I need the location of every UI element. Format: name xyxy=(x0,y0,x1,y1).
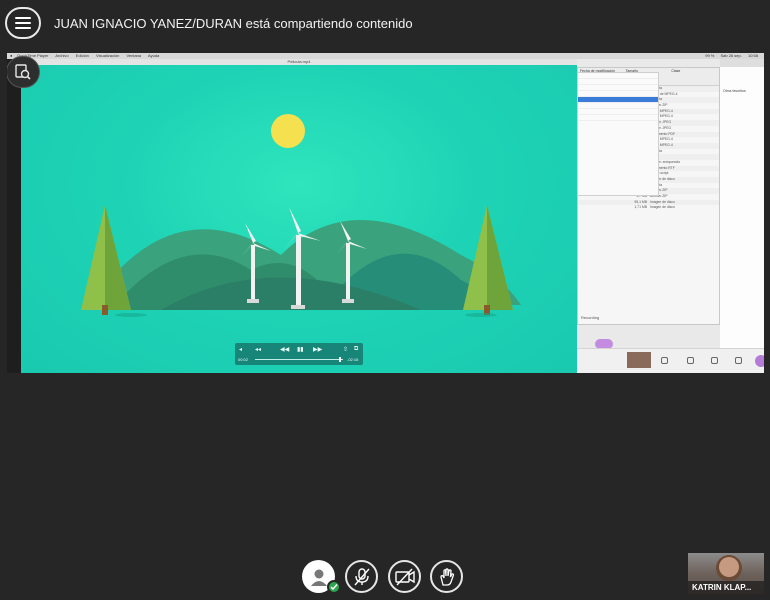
camera-off-icon xyxy=(394,568,415,585)
participant-face xyxy=(719,557,739,577)
finder-row[interactable]: 1,71 MB Imagen de disco xyxy=(578,205,719,211)
desktop-left-strip xyxy=(7,59,21,373)
hamburger-icon xyxy=(15,17,31,19)
browser-tab[interactable] xyxy=(720,59,764,67)
participant-name: KATRIN KLAP... xyxy=(688,581,764,594)
wind-turbine-scene xyxy=(81,114,521,317)
chat-icon[interactable] xyxy=(661,357,668,364)
pause-icon[interactable]: ▮▮ xyxy=(297,346,304,353)
sun-illustration xyxy=(271,114,305,148)
browser-window-edge: Otros favoritos xyxy=(720,59,764,373)
recording-label: Recording xyxy=(581,315,600,320)
bookmarks-link[interactable]: Otros favoritos xyxy=(723,89,746,93)
camera-button[interactable] xyxy=(388,560,421,593)
meeting-app-bar xyxy=(577,348,764,373)
magnify-icon[interactable] xyxy=(7,56,40,88)
time-elapsed: 00:02 xyxy=(238,357,249,362)
progress-knob[interactable] xyxy=(339,357,341,362)
participant-video-tile[interactable]: KATRIN KLAP... xyxy=(688,553,764,594)
hand-icon xyxy=(439,567,454,586)
calendar-icon[interactable] xyxy=(711,357,718,364)
menu-button[interactable] xyxy=(5,7,41,39)
volume-slider-icon[interactable]: ◂◂ xyxy=(255,346,261,353)
top-bar: JUAN IGNACIO YANEZ/DURAN está compartien… xyxy=(0,0,770,46)
share-icon[interactable]: ⇧ xyxy=(343,346,348,353)
settings-icon[interactable] xyxy=(735,357,742,364)
available-status-icon xyxy=(327,580,341,594)
video-player[interactable]: Pelicula.mp4 ◂ ◂◂ ◀◀ ▮▮ ▶▶ ⇧ ⧉ 00:02 -02… xyxy=(21,59,577,373)
user-icon xyxy=(310,569,327,586)
user-status-button[interactable] xyxy=(302,560,341,594)
microphone-off-icon xyxy=(353,567,370,585)
time-remaining: -02:16 xyxy=(347,357,359,362)
more-icon[interactable] xyxy=(755,355,764,367)
shared-screen: ● QuickTime Player Archivo Edición Visua… xyxy=(7,53,764,373)
rewind-icon[interactable]: ◀◀ xyxy=(280,346,289,353)
people-icon[interactable] xyxy=(687,357,694,364)
progress-track[interactable] xyxy=(255,359,343,360)
pip-icon[interactable]: ⧉ xyxy=(354,346,358,353)
raise-hand-button[interactable] xyxy=(430,560,463,593)
fast-forward-icon[interactable]: ▶▶ xyxy=(313,346,322,353)
finder-column-panel xyxy=(577,72,659,196)
mute-button[interactable] xyxy=(345,560,378,593)
participant-thumbnail xyxy=(627,352,651,368)
meeting-toolbar xyxy=(302,560,466,594)
sharing-status-title: JUAN IGNACIO YANEZ/DURAN está compartien… xyxy=(54,16,413,31)
volume-icon[interactable]: ◂ xyxy=(239,346,242,353)
player-controls: ◂ ◂◂ ◀◀ ▮▮ ▶▶ ⇧ ⧉ 00:02 -02:16 xyxy=(235,343,363,365)
